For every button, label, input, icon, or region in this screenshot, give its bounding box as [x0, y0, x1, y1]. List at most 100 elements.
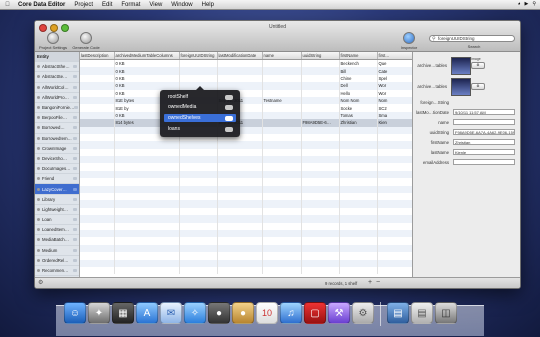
entity-item[interactable]: AbstractShe… [35, 62, 79, 73]
table-row[interactable] [80, 266, 412, 275]
table-cell[interactable]: 0 KB [114, 74, 180, 83]
table-cell[interactable] [114, 200, 180, 208]
table-cell[interactable] [217, 200, 263, 208]
table-cell[interactable] [80, 244, 115, 253]
entity-item[interactable]: Medium [35, 246, 79, 256]
table-cell[interactable] [339, 170, 378, 179]
table-row[interactable] [80, 156, 412, 164]
table-row[interactable] [80, 200, 412, 208]
popup-item-ownedmedia[interactable]: ownedMedia [164, 103, 236, 111]
table-cell[interactable] [339, 207, 378, 216]
table-cell[interactable] [80, 59, 115, 68]
remove-record-button[interactable]: − [376, 279, 380, 286]
table-cell[interactable] [114, 215, 180, 223]
table-cell[interactable] [377, 259, 412, 267]
table-cell[interactable] [339, 133, 378, 142]
table-cell[interactable] [217, 244, 263, 253]
menu-project[interactable]: Project [74, 2, 93, 8]
table-cell[interactable] [179, 193, 218, 201]
table-cell[interactable] [262, 237, 302, 245]
table-cell[interactable] [339, 200, 378, 208]
table-cell[interactable] [179, 237, 218, 245]
entity-item[interactable]: CrownImage [35, 144, 79, 154]
table-row[interactable]: 0 KB Bill Cate [80, 67, 412, 75]
table-cell[interactable] [114, 237, 180, 245]
column-header[interactable]: uuidString [301, 52, 340, 60]
table-cell[interactable]: Nom Nom [339, 96, 378, 105]
table-cell[interactable] [339, 126, 378, 134]
table-cell[interactable] [377, 163, 412, 171]
table-cell[interactable] [339, 222, 378, 230]
table-cell[interactable]: Sma [377, 111, 412, 120]
table-cell[interactable] [339, 193, 378, 201]
image-action-popup[interactable]: ⚙ [471, 62, 485, 69]
table-cell[interactable] [262, 215, 302, 223]
table-cell[interactable] [114, 141, 180, 149]
table-cell[interactable] [179, 178, 218, 186]
table-cell[interactable] [217, 229, 263, 238]
entity-item[interactable]: Loan [35, 215, 79, 226]
table-cell[interactable] [179, 222, 218, 230]
table-cell[interactable] [301, 222, 340, 230]
table-row[interactable] [80, 170, 412, 179]
photo-booth-icon[interactable]: ▢ [304, 302, 326, 324]
table-row[interactable] [80, 229, 412, 238]
gear-icon[interactable]: ⚙ [38, 279, 43, 286]
table-cell[interactable] [262, 156, 302, 164]
table-cell[interactable] [262, 74, 302, 83]
table-cell[interactable] [262, 207, 302, 216]
entity-item[interactable]: DocuImages… [35, 164, 79, 175]
table-cell[interactable] [301, 74, 340, 83]
table-cell[interactable] [80, 111, 115, 120]
table-cell[interactable] [179, 156, 218, 164]
table-cell[interactable] [80, 89, 115, 97]
table-cell[interactable] [217, 74, 263, 83]
table-cell[interactable] [80, 82, 115, 90]
table-cell[interactable] [114, 229, 180, 238]
table-cell[interactable] [377, 126, 412, 134]
table-cell[interactable] [80, 178, 115, 186]
table-cell[interactable] [377, 133, 412, 142]
table-cell[interactable]: Spel [377, 74, 412, 83]
table-cell[interactable] [262, 141, 302, 149]
safari-icon[interactable]: ✧ [184, 302, 206, 324]
table-cell[interactable] [80, 229, 115, 238]
popup-item-loans[interactable]: loans [164, 125, 236, 133]
table-cell[interactable]: 0 KB [114, 82, 180, 90]
column-header[interactable]: lastDescription [80, 52, 115, 60]
table-cell[interactable]: Testname [262, 96, 302, 105]
table-cell[interactable] [114, 252, 180, 260]
table-cell[interactable] [339, 148, 378, 157]
table-cell[interactable] [179, 59, 218, 68]
table-cell[interactable] [80, 74, 115, 83]
table-cell[interactable] [339, 252, 378, 260]
table-row[interactable]: 81E bytesSep 22, 2011TestnameNom NomNom [80, 96, 412, 105]
table-cell[interactable] [377, 207, 412, 216]
table-cell[interactable] [262, 148, 302, 157]
mail-icon[interactable]: ✉ [160, 302, 182, 324]
table-cell[interactable]: Kien [377, 119, 412, 127]
table-cell[interactable] [262, 111, 302, 120]
table-cell[interactable] [262, 252, 302, 260]
table-cell[interactable] [80, 148, 115, 157]
table-cell[interactable] [301, 193, 340, 201]
date-field[interactable]: 9/10/11 11:57 AM [453, 109, 515, 115]
table-cell[interactable] [114, 170, 180, 179]
table-cell[interactable] [179, 215, 218, 223]
entity-item[interactable]: AllWorldCol… [35, 83, 79, 93]
menu-app-name[interactable]: Core Data Editor [18, 2, 65, 8]
entity-item[interactable]: Recommen… [35, 266, 79, 277]
table-cell[interactable] [179, 163, 218, 171]
table-cell[interactable] [114, 178, 180, 186]
table-cell[interactable] [114, 185, 180, 194]
table-cell[interactable] [377, 252, 412, 260]
table-cell[interactable] [262, 119, 302, 127]
table-cell[interactable] [114, 259, 180, 267]
table-cell[interactable]: Chine [339, 74, 378, 83]
table-cell[interactable] [262, 82, 302, 90]
applications-folder-icon[interactable]: ▤ [387, 302, 409, 324]
entity-item[interactable]: BangoniFornie… [35, 103, 79, 114]
table-row[interactable] [80, 252, 412, 260]
entity-item[interactable]: Friend [35, 174, 79, 185]
image-well[interactable] [451, 78, 471, 96]
